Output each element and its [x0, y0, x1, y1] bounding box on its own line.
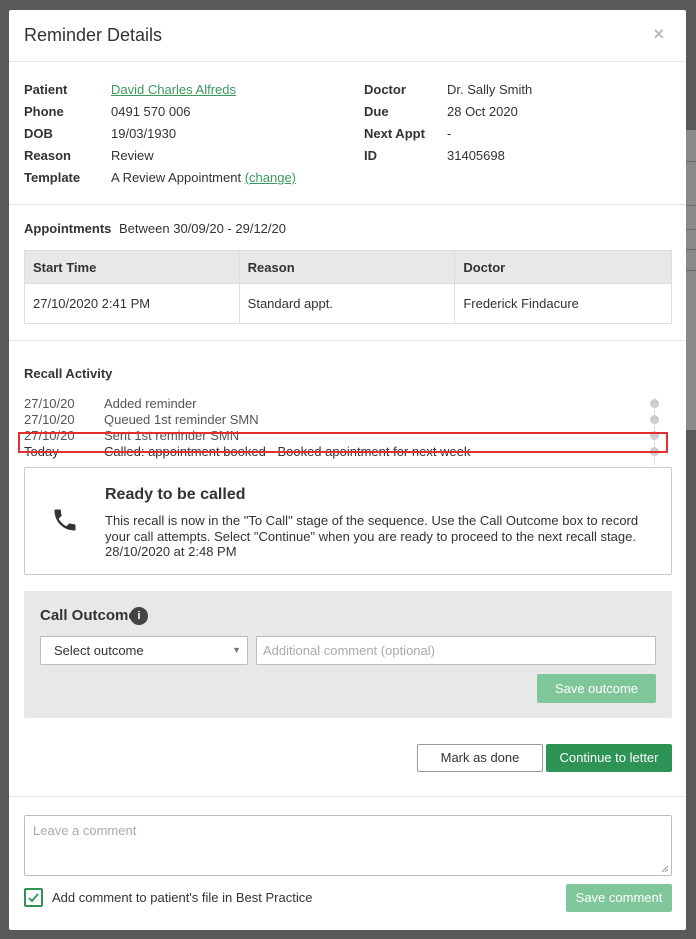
add-to-file-checkbox[interactable] — [24, 888, 43, 907]
outcome-comment-input[interactable]: Additional comment (optional) — [256, 636, 656, 665]
mark-as-done-button[interactable]: Mark as done — [417, 744, 543, 772]
detail-patient: Patient — [24, 82, 67, 97]
modal-title: Reminder Details — [24, 25, 163, 45]
appointments-label: Appointments — [24, 221, 112, 236]
detail-template-value: A Review Appointment — [111, 170, 242, 185]
detail-label: Template — [24, 170, 81, 185]
detail-doctor-value: Dr. Sally Smith — [447, 82, 533, 97]
info-icon[interactable]: i — [130, 607, 148, 625]
save-comment-button[interactable]: Save comment — [566, 884, 672, 912]
appointments-range: Between 30/09/20 - 29/12/20 — [119, 221, 286, 236]
table-cell: 27/10/2020 2:41 PM — [24, 283, 240, 324]
detail-due-value: 28 Oct 2020 — [447, 104, 518, 119]
patient-details: Patient David Charles Alfreds Phone 0491… — [9, 62, 686, 205]
resize-handle-icon[interactable] — [661, 865, 669, 873]
comment-placeholder: Leave a comment — [33, 823, 137, 838]
card-time: 28/10/2020 at 2:48 PM — [105, 544, 237, 559]
detail-template: A Review Appointment (change) — [111, 170, 296, 185]
detail-label: Phone — [24, 104, 64, 119]
activity-text: Added reminder — [104, 396, 197, 411]
continue-to-letter-button[interactable]: Continue to letter — [546, 744, 672, 772]
close-button[interactable]: × — [653, 25, 664, 43]
column-header: Start Time — [24, 250, 240, 284]
outcome-title: Call Outcome — [40, 607, 137, 624]
caret-down-icon: ▼ — [232, 645, 241, 655]
detail-next-appt-value: - — [447, 126, 452, 141]
checkbox-label: Add comment to patient's file in Best Pr… — [52, 890, 313, 905]
table-cell: Frederick Findacure — [454, 283, 672, 324]
detail-dob-value: 19/03/1930 — [111, 126, 177, 141]
save-outcome-button[interactable]: Save outcome — [537, 674, 656, 703]
detail-label: Reason — [24, 148, 71, 163]
detail-label: DOB — [24, 126, 53, 141]
outcome-select[interactable]: Select outcome ▼ — [40, 636, 248, 665]
column-header: Doctor — [454, 250, 672, 284]
detail-label: ID — [364, 148, 377, 163]
detail-label: Patient — [24, 82, 68, 97]
highlight-box — [18, 432, 668, 453]
detail-phone-value: 0491 570 006 — [111, 104, 191, 119]
patient-name-link[interactable]: David Charles Alfreds — [111, 82, 236, 97]
activity-date: 27/10/20 — [24, 396, 75, 411]
outcome-select-value: Select outcome — [54, 643, 144, 658]
reminder-details-modal: Reminder Details × Patient David Charles… — [9, 10, 686, 930]
table-cell: Standard appt. — [238, 283, 456, 324]
appointments-table: Start Time Reason Doctor 27/10/2020 2:41… — [24, 250, 672, 324]
table-header-row: Start Time Reason Doctor — [24, 250, 672, 284]
activity-text: Queued 1st reminder SMN — [104, 412, 259, 427]
detail-reason-value: Review — [111, 148, 154, 163]
recall-activity-section: Recall Activity 27/10/20 Added reminder … — [9, 341, 686, 797]
comment-textarea[interactable]: Leave a comment — [24, 815, 672, 876]
column-header: Reason — [238, 250, 456, 284]
call-outcome-panel: Call Outcome i Select outcome ▼ Addition… — [24, 591, 672, 718]
appointments-heading: Appointments Between 30/09/20 - 29/12/20 — [24, 221, 286, 236]
detail-label: Next Appt — [364, 126, 425, 141]
call-status-card: Ready to be called This recall is now in… — [24, 467, 672, 575]
card-text: This recall is now in the "To Call" stag… — [105, 513, 639, 544]
card-title: Ready to be called — [105, 486, 246, 503]
detail-label: Doctor — [364, 82, 406, 97]
table-row[interactable]: 27/10/2020 2:41 PM Standard appt. Freder… — [24, 283, 672, 324]
recall-title: Recall Activity — [24, 366, 113, 381]
backdrop-edge — [686, 130, 696, 430]
activity-date: 27/10/20 — [24, 412, 75, 427]
detail-id-value: 31405698 — [447, 148, 505, 163]
timeline-dot — [650, 399, 659, 408]
checkmark-icon — [28, 893, 39, 903]
change-template-link[interactable]: (change) — [245, 170, 296, 185]
comment-footer: Leave a comment Add comment to patient's… — [9, 798, 686, 930]
phone-icon — [54, 509, 76, 531]
detail-label: Due — [364, 104, 389, 119]
timeline-dot — [650, 415, 659, 424]
modal-header: Reminder Details × — [9, 10, 686, 62]
